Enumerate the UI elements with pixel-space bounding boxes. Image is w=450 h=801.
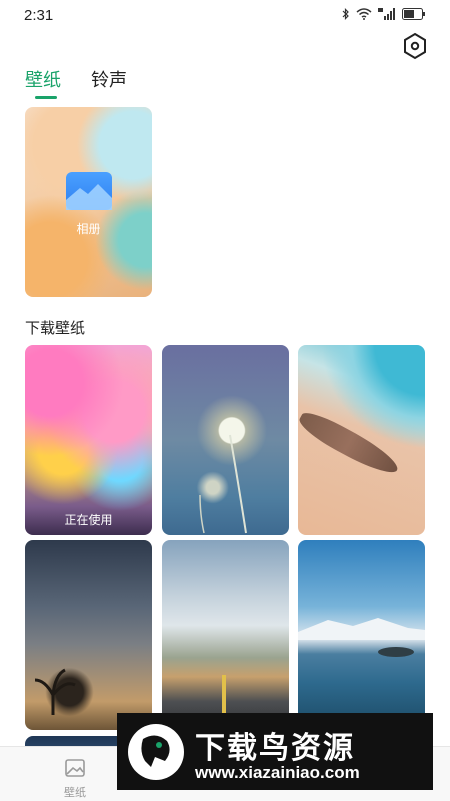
album-icon xyxy=(66,172,112,210)
wallpaper-item[interactable] xyxy=(25,540,152,730)
bluetooth-icon xyxy=(342,8,349,20)
status-time: 2:31 xyxy=(24,7,54,24)
current-wallpaper-label: 正在使用 xyxy=(64,513,113,527)
watermark-url: www.xiazainiao.com xyxy=(195,763,360,782)
wallpaper-item[interactable] xyxy=(298,540,425,730)
dandelion-image xyxy=(199,434,247,534)
tree-image xyxy=(34,668,76,715)
tab-ringtone[interactable]: 铃声 xyxy=(91,70,127,92)
nav-wallpaper[interactable]: 壁纸 xyxy=(45,759,105,800)
album-card[interactable]: 相册 xyxy=(25,107,152,297)
download-section-title: 下载壁纸 xyxy=(25,319,86,337)
tab-bar: 壁纸 铃声 xyxy=(25,70,127,92)
nav-wallpaper-label: 壁纸 xyxy=(64,786,86,799)
wallpaper-item[interactable] xyxy=(162,345,289,535)
wallpaper-item[interactable] xyxy=(162,540,289,730)
image-icon xyxy=(65,759,85,777)
wallpaper-item[interactable]: 正在使用 xyxy=(25,345,152,535)
album-label: 相册 xyxy=(76,222,101,236)
bird-logo-icon xyxy=(128,724,184,780)
signal-4g-icon xyxy=(378,8,395,20)
tab-wallpaper[interactable]: 壁纸 xyxy=(25,70,61,92)
status-icons xyxy=(342,8,426,20)
shipwreck-image xyxy=(298,407,404,480)
wallpaper-item[interactable] xyxy=(298,345,425,535)
watermark-title: 下载鸟资源 xyxy=(195,731,355,766)
battery-icon xyxy=(402,8,425,20)
watermark-banner: 下载鸟资源 www.xiazainiao.com xyxy=(117,713,433,790)
wifi-icon xyxy=(356,8,372,20)
status-bar: 2:31 xyxy=(0,0,450,32)
tab-active-indicator xyxy=(35,96,57,99)
settings-icon[interactable] xyxy=(401,32,429,60)
sea-image xyxy=(298,618,425,657)
